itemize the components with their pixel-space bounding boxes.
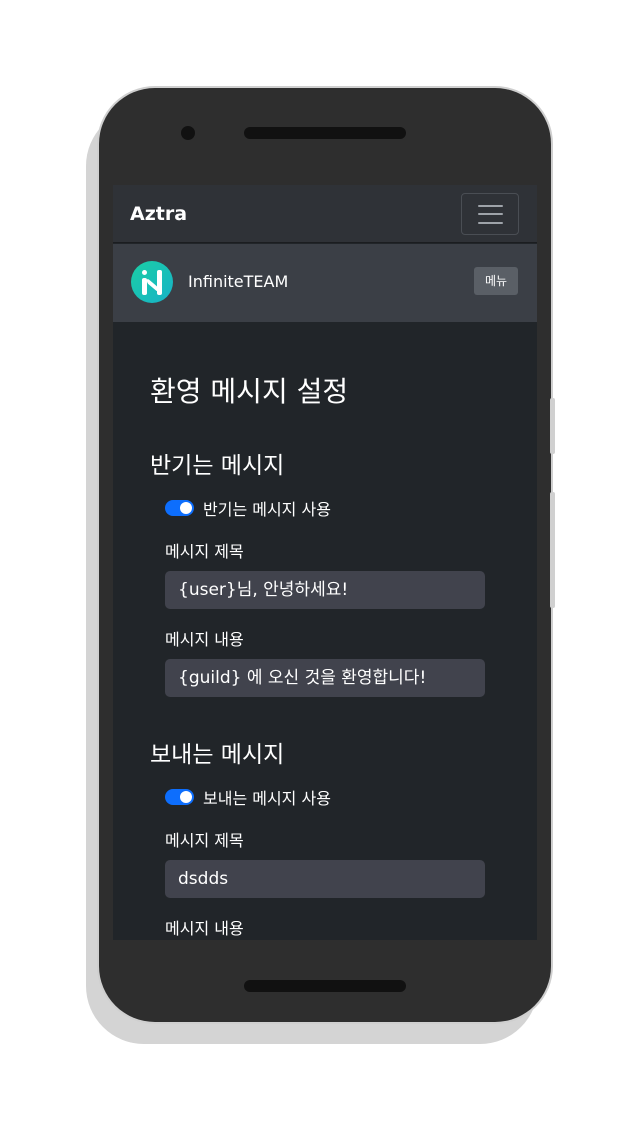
join-title-input[interactable]: {user}님, 안녕하세요! bbox=[165, 571, 485, 609]
top-navbar: Aztra bbox=[113, 185, 537, 243]
leave-message-toggle[interactable] bbox=[165, 789, 194, 805]
join-content-input[interactable]: {guild} 에 오신 것을 환영합니다! bbox=[165, 659, 485, 697]
guild-menu-button[interactable]: 메뉴 bbox=[474, 267, 518, 295]
hamburger-icon bbox=[478, 222, 503, 224]
leave-title-label: 메시지 제목 bbox=[165, 831, 244, 850]
join-section-title: 반기는 메시지 bbox=[150, 453, 285, 479]
join-toggle-label: 반기는 메시지 사용 bbox=[203, 500, 331, 519]
join-message-toggle[interactable] bbox=[165, 500, 194, 516]
navbar-toggle-button[interactable] bbox=[461, 193, 519, 235]
guild-name: InfiniteTEAM bbox=[188, 272, 289, 291]
leave-title-input[interactable]: dsdds bbox=[165, 860, 485, 898]
hamburger-icon bbox=[478, 205, 503, 207]
join-title-label: 메시지 제목 bbox=[165, 542, 244, 561]
phone-screen: Aztra InfiniteTEAM 메뉴 환영 메시지 설정 반기는 메시지 … bbox=[113, 185, 537, 940]
toggle-knob bbox=[180, 502, 192, 514]
leave-content-label: 메시지 내용 bbox=[165, 919, 244, 938]
page-title: 환영 메시지 설정 bbox=[150, 375, 349, 408]
hamburger-icon bbox=[478, 213, 503, 215]
power-button bbox=[550, 492, 555, 608]
guild-header: InfiniteTEAM 메뉴 bbox=[113, 244, 537, 322]
leave-section-title: 보내는 메시지 bbox=[150, 742, 285, 768]
volume-button bbox=[550, 398, 555, 454]
join-content-label: 메시지 내용 bbox=[165, 630, 244, 649]
leave-toggle-label: 보내는 메시지 사용 bbox=[203, 789, 331, 808]
speaker-grille bbox=[244, 127, 406, 139]
camera-icon bbox=[181, 126, 195, 140]
guild-avatar bbox=[131, 261, 173, 303]
navbar-brand[interactable]: Aztra bbox=[130, 203, 187, 225]
bottom-bezel-bar bbox=[244, 980, 406, 992]
toggle-knob bbox=[180, 791, 192, 803]
